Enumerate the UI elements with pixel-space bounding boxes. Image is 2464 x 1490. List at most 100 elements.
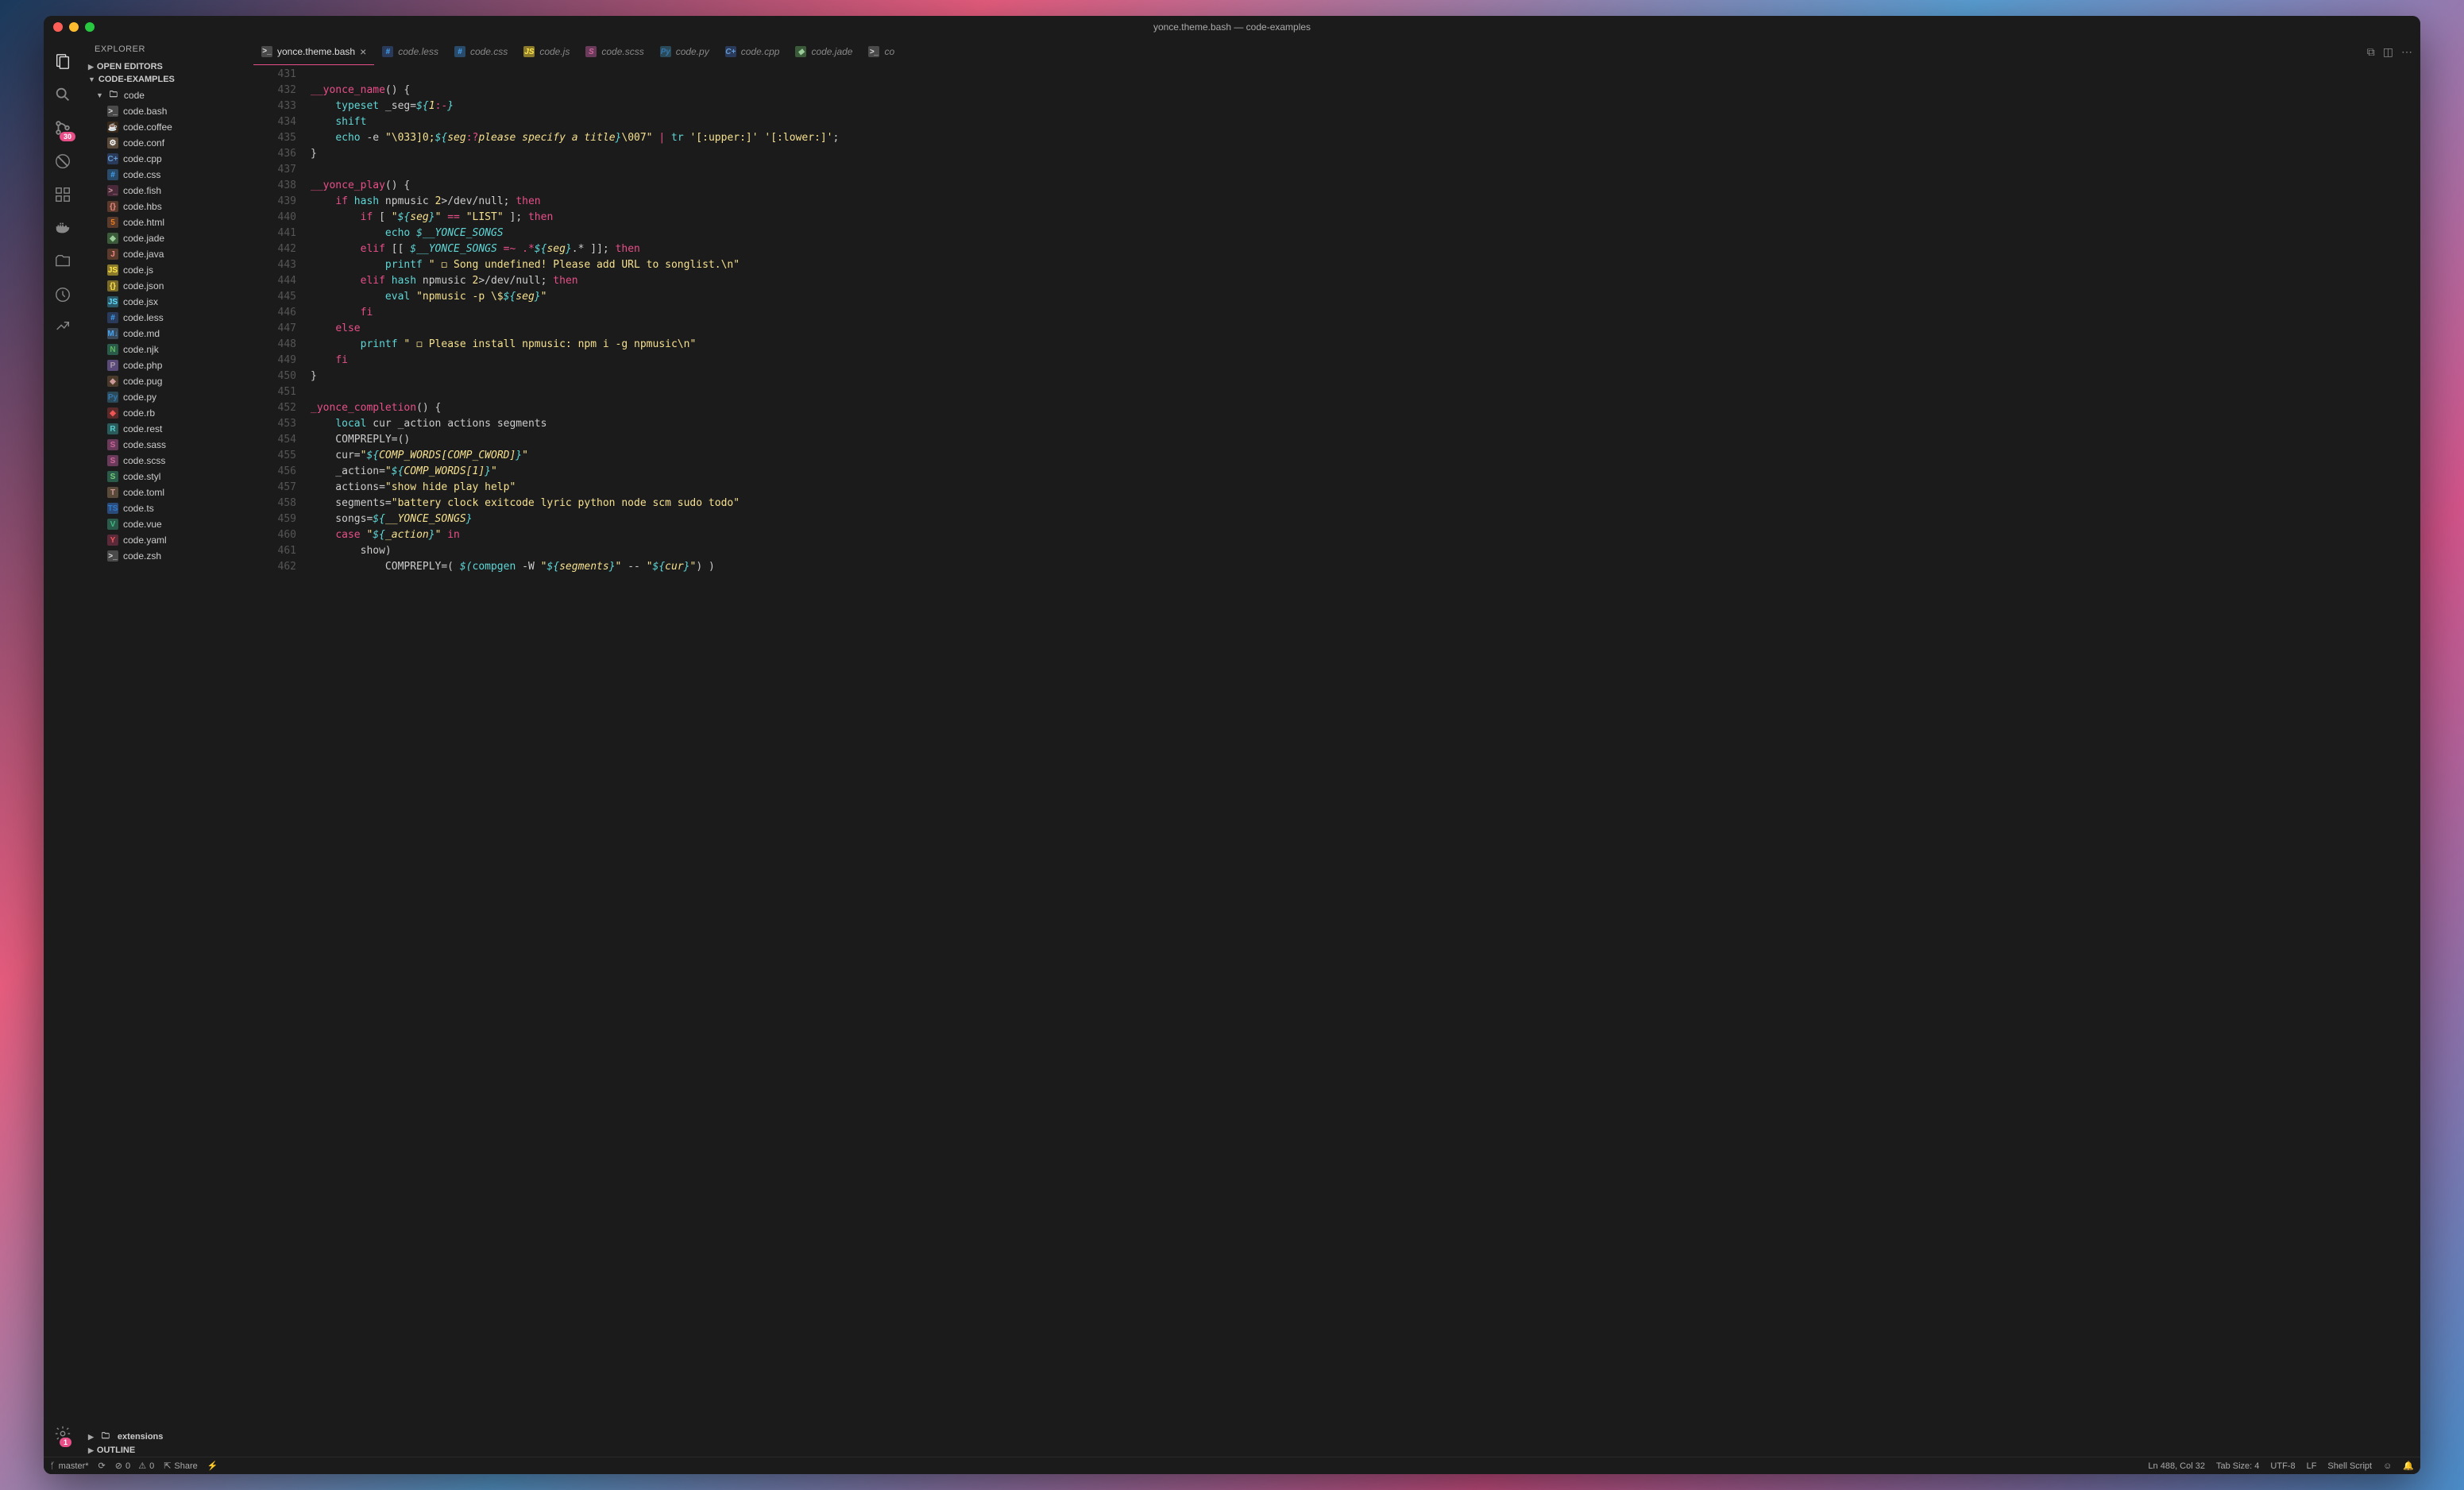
code-line[interactable]: fi [311, 353, 2420, 369]
minimize-window-button[interactable] [69, 22, 79, 32]
search-icon[interactable] [44, 78, 82, 111]
code-line[interactable]: case "${_action}" in [311, 527, 2420, 543]
tab-code-css[interactable]: #code.css [446, 38, 516, 65]
tab-code-js[interactable]: JScode.js [516, 38, 577, 65]
cursor-position[interactable]: Ln 488, Col 32 [2148, 1461, 2205, 1471]
outline-section[interactable]: ▶OUTLINE [82, 1444, 253, 1457]
compare-icon[interactable]: ⧉ [2367, 45, 2375, 59]
code-line[interactable]: songs=${__YONCE_SONGS} [311, 511, 2420, 527]
file-item-code-php[interactable]: Pcode.php [82, 357, 253, 373]
code-line[interactable]: elif hash npmusic 2>/dev/null; then [311, 273, 2420, 289]
liveshare-icon[interactable] [44, 311, 82, 345]
code-line[interactable]: actions="show hide play help" [311, 480, 2420, 496]
code-line[interactable]: COMPREPLY=( $(compgen -W "${segments}" -… [311, 559, 2420, 575]
code-line[interactable]: printf " ◻ Song undefined! Please add UR… [311, 257, 2420, 273]
liveshare-status[interactable]: ⇱ Share [164, 1461, 198, 1471]
code-line[interactable] [311, 67, 2420, 83]
code-line[interactable]: local cur _action actions segments [311, 416, 2420, 432]
code-content[interactable]: __yonce_name() { typeset _seg=${1:-} shi… [311, 65, 2420, 1457]
tab-code-jade[interactable]: ◆code.jade [787, 38, 860, 65]
code-line[interactable]: if [ "${seg}" == "LIST" ]; then [311, 210, 2420, 226]
tab-co[interactable]: >_co [860, 38, 902, 65]
code-line[interactable] [311, 384, 2420, 400]
tab-code-scss[interactable]: Scode.scss [577, 38, 651, 65]
encoding[interactable]: UTF-8 [2270, 1461, 2295, 1471]
code-line[interactable]: fi [311, 305, 2420, 321]
code-line[interactable]: __yonce_play() { [311, 178, 2420, 194]
extensions-icon[interactable] [44, 178, 82, 211]
close-window-button[interactable] [53, 22, 63, 32]
file-item-code-coffee[interactable]: ☕code.coffee [82, 119, 253, 135]
file-item-code-css[interactable]: #code.css [82, 167, 253, 183]
file-item-code-fish[interactable]: >_code.fish [82, 183, 253, 199]
project-icon[interactable] [44, 245, 82, 278]
tab-code-less[interactable]: #code.less [374, 38, 446, 65]
file-item-code-rb[interactable]: ◆code.rb [82, 405, 253, 421]
file-item-code-json[interactable]: {}code.json [82, 278, 253, 294]
code-line[interactable]: show) [311, 543, 2420, 559]
code-editor[interactable]: 4314324334344354364374384394404414424434… [253, 65, 2420, 1457]
file-item-code-ts[interactable]: TScode.ts [82, 500, 253, 516]
file-item-code-js[interactable]: JScode.js [82, 262, 253, 278]
language-mode[interactable]: Shell Script [2327, 1461, 2372, 1471]
file-item-code-java[interactable]: Jcode.java [82, 246, 253, 262]
file-item-code-rest[interactable]: Rcode.rest [82, 421, 253, 437]
more-actions-icon[interactable]: ⋯ [2401, 45, 2412, 59]
file-item-code-html[interactable]: 5code.html [82, 214, 253, 230]
maximize-window-button[interactable] [85, 22, 95, 32]
tab-code-cpp[interactable]: C+code.cpp [717, 38, 788, 65]
file-tree[interactable]: ▼🗀code >_code.bash☕code.coffee⚙code.conf… [82, 86, 253, 1430]
code-line[interactable]: echo $__YONCE_SONGS [311, 226, 2420, 241]
code-line[interactable]: __yonce_name() { [311, 83, 2420, 98]
source-control-icon[interactable]: 30 [44, 111, 82, 145]
code-line[interactable]: COMPREPLY=() [311, 432, 2420, 448]
file-item-code-vue[interactable]: Vcode.vue [82, 516, 253, 532]
titlebar[interactable]: yonce.theme.bash — code-examples [44, 16, 2420, 38]
file-item-code-jsx[interactable]: JScode.jsx [82, 294, 253, 310]
file-item-code-md[interactable]: M↓code.md [82, 326, 253, 342]
code-line[interactable]: } [311, 369, 2420, 384]
code-line[interactable]: _action="${COMP_WORDS[1]}" [311, 464, 2420, 480]
file-item-code-yaml[interactable]: Ycode.yaml [82, 532, 253, 548]
git-branch[interactable]: ᚶ master* [50, 1461, 89, 1471]
file-item-code-scss[interactable]: Scode.scss [82, 453, 253, 469]
code-line[interactable]: _yonce_completion() { [311, 400, 2420, 416]
notifications-icon[interactable]: 🔔 [2403, 1461, 2414, 1471]
debug-icon[interactable] [44, 145, 82, 178]
close-tab-icon[interactable]: × [360, 45, 366, 58]
bolt-icon[interactable]: ⚡ [207, 1461, 218, 1471]
file-item-code-zsh[interactable]: >_code.zsh [82, 548, 253, 564]
file-item-code-hbs[interactable]: {}code.hbs [82, 199, 253, 214]
settings-icon[interactable]: 1 [44, 1417, 82, 1450]
file-item-code-styl[interactable]: Scode.styl [82, 469, 253, 484]
code-line[interactable]: segments="battery clock exitcode lyric p… [311, 496, 2420, 511]
code-line[interactable]: } [311, 146, 2420, 162]
file-item-code-conf[interactable]: ⚙code.conf [82, 135, 253, 151]
file-item-code-py[interactable]: Pycode.py [82, 389, 253, 405]
file-item-code-less[interactable]: #code.less [82, 310, 253, 326]
workspace-section[interactable]: ▼CODE-EXAMPLES [82, 73, 253, 86]
problems[interactable]: ⊘ 0 ⚠ 0 [115, 1461, 154, 1471]
docker-icon[interactable] [44, 211, 82, 245]
file-item-code-pug[interactable]: ◆code.pug [82, 373, 253, 389]
extensions-section[interactable]: ▶🗀extensions [82, 1430, 253, 1444]
explorer-icon[interactable] [44, 44, 82, 78]
file-item-code-bash[interactable]: >_code.bash [82, 103, 253, 119]
code-line[interactable]: else [311, 321, 2420, 337]
sync-icon[interactable]: ⟳ [98, 1461, 106, 1471]
code-line[interactable]: if hash npmusic 2>/dev/null; then [311, 194, 2420, 210]
code-line[interactable]: echo -e "\033]0;${seg:?please specify a … [311, 130, 2420, 146]
indentation[interactable]: Tab Size: 4 [2216, 1461, 2259, 1471]
open-editors-section[interactable]: ▶OPEN EDITORS [82, 60, 253, 73]
file-item-code-cpp[interactable]: C+code.cpp [82, 151, 253, 167]
file-item-code-toml[interactable]: Tcode.toml [82, 484, 253, 500]
code-line[interactable]: elif [[ $__YONCE_SONGS =~ .*${seg}.* ]];… [311, 241, 2420, 257]
code-line[interactable] [311, 162, 2420, 178]
test-icon[interactable] [44, 278, 82, 311]
split-editor-icon[interactable]: ◫ [2383, 45, 2393, 59]
code-line[interactable]: typeset _seg=${1:-} [311, 98, 2420, 114]
tab-code-py[interactable]: Pycode.py [652, 38, 717, 65]
file-item-code-jade[interactable]: ◆code.jade [82, 230, 253, 246]
code-line[interactable]: eval "npmusic -p \$${seg}" [311, 289, 2420, 305]
eol[interactable]: LF [2307, 1461, 2317, 1471]
